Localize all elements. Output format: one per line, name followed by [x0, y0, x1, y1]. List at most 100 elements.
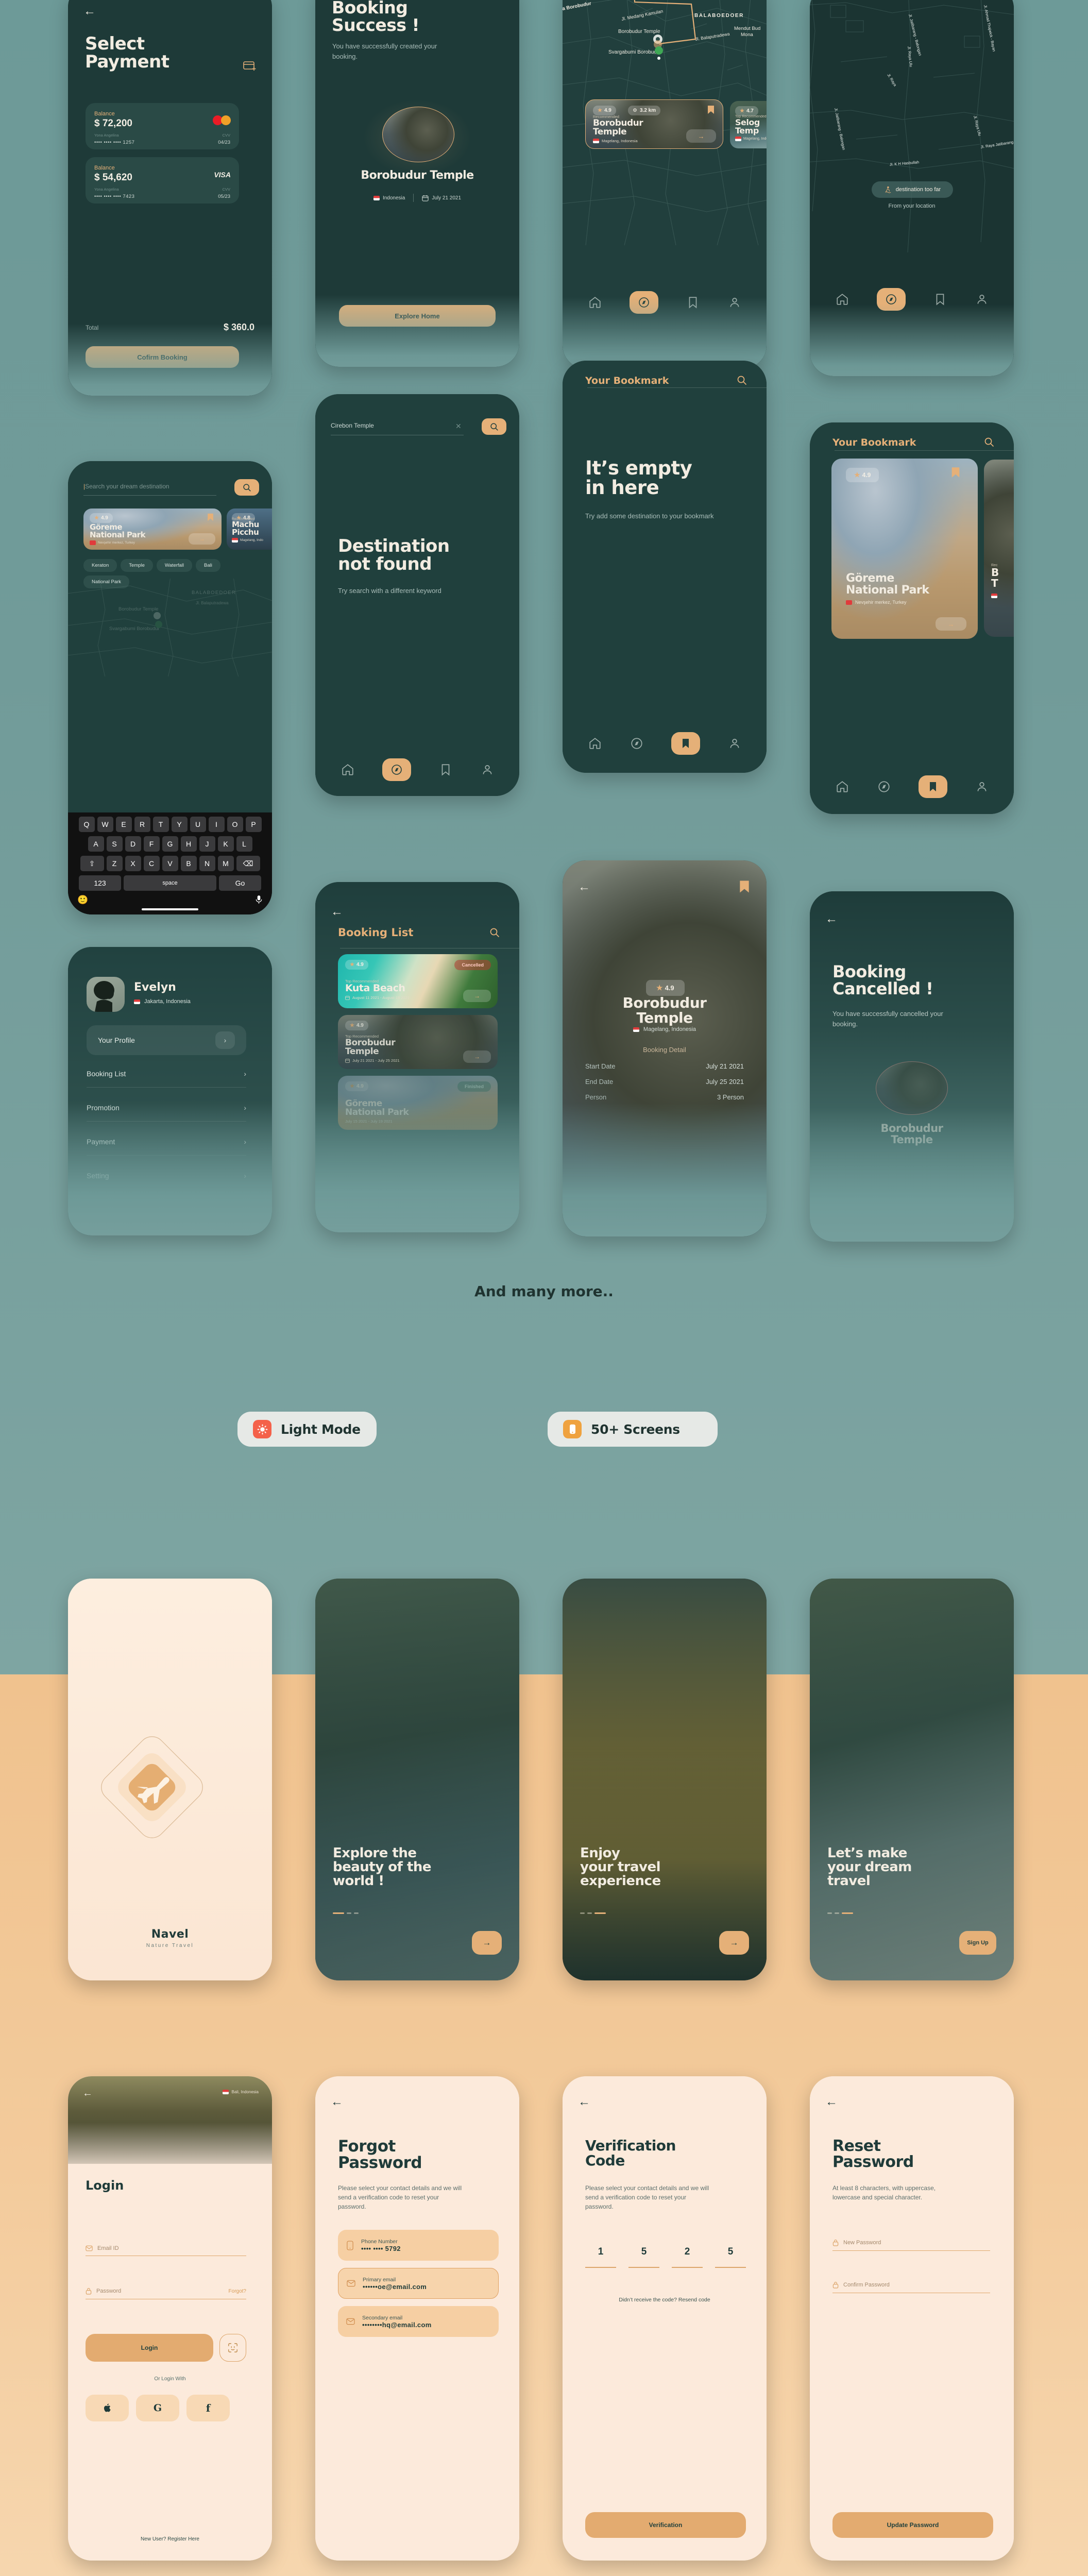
key-j[interactable]: J [199, 836, 215, 852]
forgot-password-link[interactable]: Forgot? [229, 2289, 246, 2294]
key-b[interactable]: B [180, 856, 197, 871]
back-button[interactable]: ← [331, 2095, 343, 2109]
booking-row[interactable]: ★ 4.9 Cancelled Top Recommended Kuta Beac… [338, 954, 498, 1008]
filter-chip[interactable]: Keraton [83, 559, 117, 572]
new-password-field[interactable]: New Password [832, 2236, 990, 2251]
key-space[interactable]: space [124, 875, 216, 891]
card-arrow-button[interactable]: → [936, 617, 966, 631]
key-i[interactable]: I [208, 817, 225, 832]
verification-button[interactable]: Verification [585, 2512, 746, 2538]
filter-chip[interactable]: Temple [121, 559, 153, 572]
search-button[interactable] [234, 479, 259, 496]
search-icon[interactable] [737, 375, 747, 385]
nav-profile-icon[interactable] [975, 779, 989, 794]
key-y[interactable]: Y [171, 817, 188, 832]
nav-profile-icon[interactable] [975, 292, 989, 307]
chevron-right-icon[interactable]: › [215, 1031, 235, 1049]
contact-option-primary-email[interactable]: Primary email ••••••oe@email.com [338, 2268, 499, 2299]
back-button[interactable]: ← [825, 913, 838, 925]
destination-card[interactable]: ★ 4.7 Top Recommended Selog Temp Magelang… [730, 101, 767, 148]
search-input[interactable]: |Search your dream destination [83, 483, 216, 496]
booking-row[interactable]: ★ 4.9 Top Recommended Borobudur Temple Ju… [338, 1015, 498, 1069]
bookmark-icon[interactable] [739, 880, 750, 893]
nav-compass-icon[interactable] [382, 758, 411, 781]
bookmark-icon[interactable] [951, 467, 960, 478]
chevron-right-icon[interactable]: › [244, 1070, 246, 1078]
key-f[interactable]: F [143, 836, 160, 852]
payment-card[interactable]: Balance $ 54,620 VISA Yona Angelina ••••… [86, 157, 239, 204]
screens-count-banner[interactable]: 50+ Screens [548, 1412, 718, 1447]
booking-row[interactable]: ★ 4.9 Finished Göreme National Park July … [338, 1076, 498, 1130]
key-d[interactable]: D [125, 836, 141, 852]
key-t[interactable]: T [152, 817, 169, 832]
back-button[interactable]: ← [331, 906, 343, 918]
key-shift[interactable]: ⇧ [80, 856, 104, 871]
back-button[interactable]: ← [83, 5, 96, 18]
key-v[interactable]: V [162, 856, 178, 871]
nav-bookmark-icon[interactable] [933, 292, 947, 307]
nav-home-icon[interactable] [835, 292, 849, 307]
otp-input-group[interactable]: 1 5 2 5 [585, 2246, 746, 2268]
nav-home-icon[interactable] [835, 779, 849, 794]
map-canvas[interactable]: Balongan Jl. Raya Majra Awi Jl. Jatibara… [810, 0, 1014, 273]
register-link[interactable]: New User? Register Here [68, 2536, 272, 2542]
nav-bookmark-icon[interactable] [918, 775, 947, 798]
chevron-right-icon[interactable]: › [244, 1172, 246, 1180]
add-card-icon[interactable] [243, 61, 257, 71]
key-s[interactable]: S [106, 836, 123, 852]
row-arrow-button[interactable]: → [463, 1050, 491, 1063]
nav-compass-icon[interactable] [877, 779, 891, 794]
key-q[interactable]: Q [78, 817, 95, 832]
chevron-right-icon[interactable]: › [244, 1138, 246, 1146]
row-arrow-button[interactable]: → [463, 990, 491, 1002]
key-a[interactable]: A [88, 836, 104, 852]
contact-option-secondary-email[interactable]: Secondary email ••••••••hq@email.com [338, 2306, 499, 2337]
card-arrow-button[interactable]: → [686, 129, 716, 143]
key-w[interactable]: W [97, 817, 113, 832]
key-c[interactable]: C [143, 856, 160, 871]
filter-chip[interactable]: Waterfall [156, 559, 193, 572]
confirm-password-field[interactable]: Confirm Password [832, 2278, 990, 2293]
filter-chip[interactable]: Bali [196, 559, 220, 572]
nav-home-icon[interactable] [588, 736, 602, 751]
destination-card[interactable]: ★ 4.9 Göreme National Park Nevşehir merke… [83, 509, 222, 550]
nav-profile-icon[interactable] [727, 295, 742, 310]
menu-item-payment[interactable]: Payment › [87, 1138, 246, 1156]
otp-digit-2[interactable]: 5 [628, 2246, 659, 2268]
explore-home-button[interactable]: Explore Home [339, 305, 496, 327]
search-button[interactable] [482, 418, 506, 435]
nav-compass-icon[interactable] [876, 288, 906, 311]
bookmark-icon[interactable] [207, 513, 214, 521]
next-button[interactable]: → [719, 1931, 749, 1955]
nav-compass-icon[interactable] [629, 291, 658, 314]
destination-card[interactable]: ★ 4.9 3.2 km Recommended Borobudur Temple… [585, 99, 723, 149]
avatar[interactable] [87, 977, 125, 1012]
clear-search-icon[interactable]: ✕ [455, 422, 462, 431]
back-button[interactable]: ← [82, 2088, 93, 2099]
key-e[interactable]: E [115, 817, 132, 832]
nav-profile-icon[interactable] [727, 736, 742, 751]
email-field[interactable]: Email ID [86, 2242, 246, 2256]
nav-bookmark-icon[interactable] [686, 295, 700, 310]
back-button[interactable]: ← [825, 2095, 838, 2109]
menu-item-setting[interactable]: Setting › [87, 1172, 246, 1180]
key-h[interactable]: H [180, 836, 197, 852]
sign-up-button[interactable]: Sign Up [959, 1931, 996, 1955]
resend-code-link[interactable]: Didn’t receive the code? Resend code [563, 2297, 767, 2303]
key-x[interactable]: X [125, 856, 141, 871]
login-button[interactable]: Login [86, 2334, 213, 2362]
confirm-booking-button[interactable]: Cofirm Booking [86, 346, 239, 368]
nav-home-icon[interactable] [341, 762, 355, 777]
key-g[interactable]: G [162, 836, 178, 852]
key-r[interactable]: R [134, 817, 150, 832]
card-arrow-button[interactable]: → [189, 533, 215, 545]
menu-item-promotion[interactable]: Promotion › [87, 1104, 246, 1122]
destination-card[interactable]: ★ 4.8 Recommended Machu Picchu Magelang, … [227, 509, 272, 550]
nav-compass-icon[interactable] [630, 736, 644, 751]
google-login-button[interactable]: G [136, 2395, 179, 2421]
key-backspace[interactable]: ⌫ [236, 856, 260, 871]
key-p[interactable]: P [245, 817, 262, 832]
chevron-right-icon[interactable]: › [244, 1104, 246, 1112]
apple-login-button[interactable] [86, 2395, 129, 2421]
key-go[interactable]: Go [219, 875, 261, 891]
